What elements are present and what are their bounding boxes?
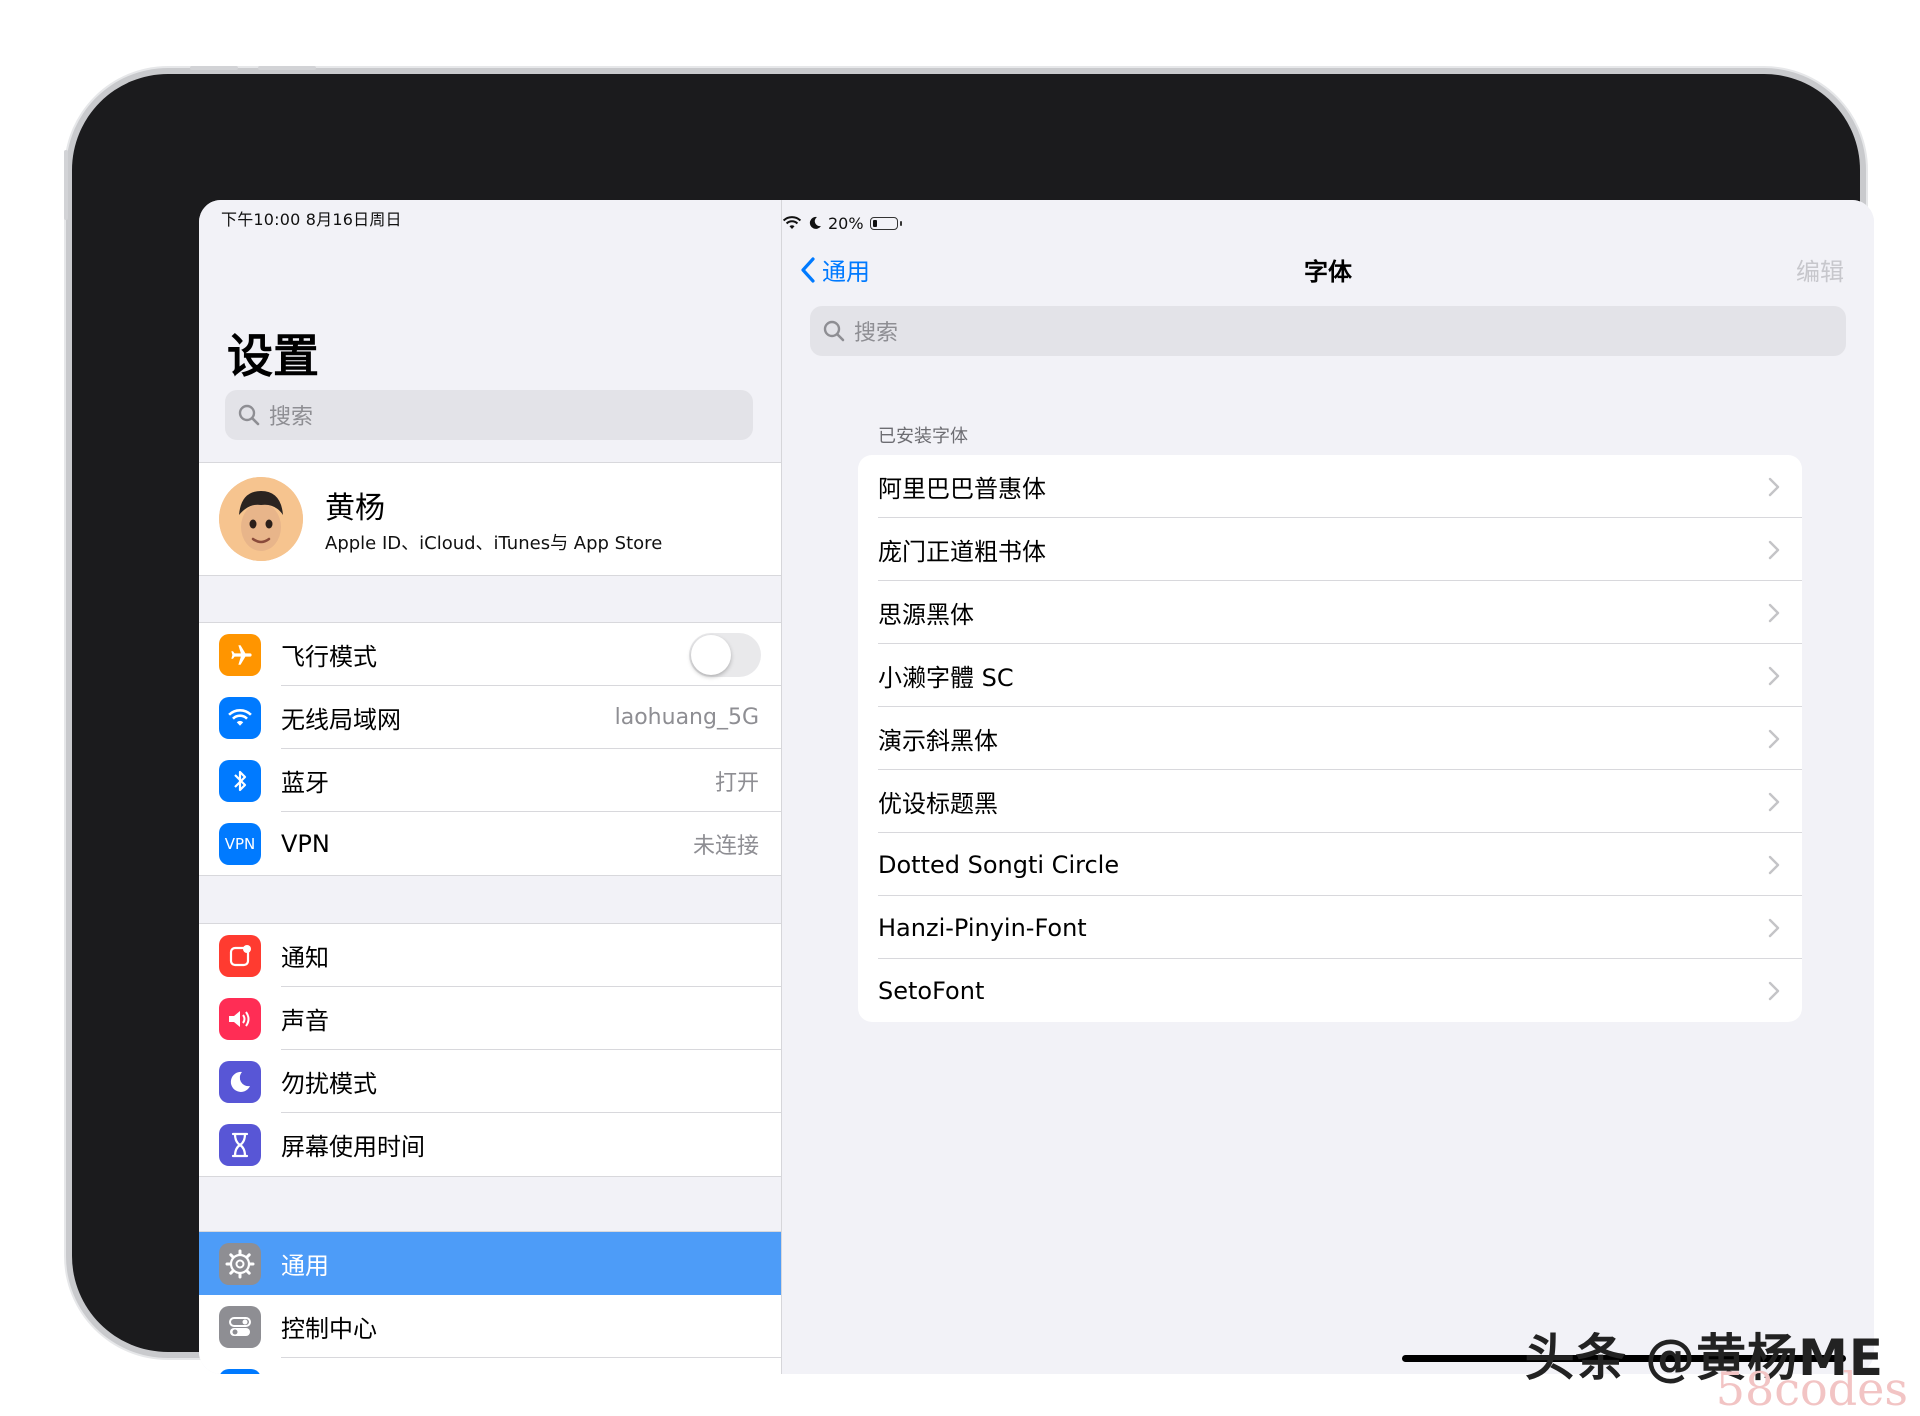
connectivity-group: 飞行模式 无线局域网 laohuang_5G 蓝牙 打开 VPN VPN 未连接 <box>199 622 781 876</box>
sidebar-item-wifi[interactable]: 无线局域网 laohuang_5G <box>199 686 781 749</box>
search-placeholder: 搜索 <box>854 321 899 346</box>
font-item-label: SetoFont <box>878 976 985 1005</box>
font-item[interactable]: Dotted Songti Circle <box>858 833 1802 896</box>
font-item[interactable]: 小濑字體 SC <box>858 644 1802 707</box>
installed-fonts-list: 阿里巴巴普惠体 庞门正道粗书体 思源黑体 小濑字體 SC 演示斜黑体 优设标题黑… <box>858 455 1802 1022</box>
sidebar-item-partial[interactable] <box>199 1358 781 1374</box>
display-icon <box>219 1368 261 1374</box>
battery-percent: 20% <box>828 213 864 233</box>
chevron-right-icon <box>1768 855 1780 874</box>
chevron-right-icon <box>1768 666 1780 685</box>
bluetooth-status-value: 打开 <box>714 770 759 796</box>
battery-icon <box>869 216 902 230</box>
sound-icon <box>219 997 261 1040</box>
vpn-icon: VPN <box>219 822 261 865</box>
memoji-avatar-icon <box>219 477 303 561</box>
toggle-knob <box>691 634 731 675</box>
settings-sidebar: 设置 搜索 黄杨 Apple ID、iCloud、iTunes与 App Sto… <box>199 200 782 1374</box>
chevron-right-icon <box>1768 603 1780 622</box>
general-group: 通用 控制中心 <box>199 1231 781 1374</box>
top-button-right <box>258 66 316 70</box>
font-item[interactable]: 庞门正道粗书体 <box>858 518 1802 581</box>
sidebar-item-label: 声音 <box>281 1007 329 1035</box>
hourglass-icon <box>219 1123 261 1166</box>
chevron-right-icon <box>1768 918 1780 937</box>
profile-card[interactable]: 黄杨 Apple ID、iCloud、iTunes与 App Store <box>199 462 781 576</box>
search-icon <box>823 320 845 342</box>
font-item-label: Dotted Songti Circle <box>878 850 1120 879</box>
font-item-label: 阿里巴巴普惠体 <box>878 475 1046 503</box>
profile-subtitle: Apple ID、iCloud、iTunes与 App Store <box>325 533 663 554</box>
search-placeholder: 搜索 <box>269 405 314 430</box>
sidebar-item-label: VPN <box>281 829 330 858</box>
notifications-icon <box>219 934 261 977</box>
sidebar-item-label: 屏幕使用时间 <box>281 1133 425 1161</box>
sidebar-item-label: 蓝牙 <box>281 769 329 797</box>
font-item-label: Hanzi-Pinyin-Font <box>878 913 1087 942</box>
watermark-site: 58codes <box>1715 1362 1908 1416</box>
control-center-icon <box>219 1305 261 1348</box>
font-item[interactable]: 阿里巴巴普惠体 <box>858 455 1802 518</box>
sidebar-item-label: 通知 <box>281 944 329 972</box>
page-title: 设置 <box>227 329 319 383</box>
chevron-right-icon <box>1768 729 1780 748</box>
section-header: 已安装字体 <box>878 426 968 447</box>
sidebar-item-label: 控制中心 <box>281 1315 377 1343</box>
sidebar-item-bluetooth[interactable]: 蓝牙 打开 <box>199 749 781 812</box>
chevron-right-icon <box>1768 792 1780 811</box>
fonts-detail-pane: 通用 字体 编辑 搜索 已安装字体 阿里巴巴普惠体 庞门正道粗书体 思源黑体 小… <box>782 200 1874 1374</box>
font-item[interactable]: 思源黑体 <box>858 581 1802 644</box>
gear-icon <box>219 1242 261 1285</box>
sidebar-item-airplane-mode[interactable]: 飞行模式 <box>199 623 781 686</box>
airplane-icon <box>219 633 261 676</box>
font-item[interactable]: SetoFont <box>858 959 1802 1022</box>
vpn-icon-text: VPN <box>224 834 256 853</box>
sidebar-item-vpn[interactable]: VPN VPN 未连接 <box>199 812 781 875</box>
sidebar-item-label: 无线局域网 <box>281 706 401 734</box>
avatar <box>219 477 303 561</box>
bluetooth-icon <box>219 759 261 802</box>
chevron-right-icon <box>1768 981 1780 1000</box>
chevron-right-icon <box>1768 540 1780 559</box>
sidebar-item-label: 飞行模式 <box>281 643 377 671</box>
font-item-label: 思源黑体 <box>878 601 974 629</box>
moon-icon <box>219 1060 261 1103</box>
font-item-label: 演示斜黑体 <box>878 727 998 755</box>
sidebar-item-general[interactable]: 通用 <box>199 1232 781 1295</box>
chevron-right-icon <box>1768 477 1780 496</box>
sidebar-item-do-not-disturb[interactable]: 勿扰模式 <box>199 1050 781 1113</box>
fonts-search-input[interactable]: 搜索 <box>810 306 1846 356</box>
battery-fill <box>872 219 877 227</box>
font-item[interactable]: 演示斜黑体 <box>858 707 1802 770</box>
sidebar-item-label: 通用 <box>281 1252 329 1280</box>
sidebar-item-screen-time[interactable]: 屏幕使用时间 <box>199 1113 781 1176</box>
sidebar-item-label: 勿扰模式 <box>281 1070 377 1098</box>
screen: 下午10:00 8月16日周日 20% 设置 搜索 黄杨 Apple ID、iC… <box>199 200 1874 1374</box>
font-item-label: 优设标题黑 <box>878 790 998 818</box>
side-button <box>64 150 68 220</box>
font-item[interactable]: 优设标题黑 <box>858 770 1802 833</box>
sidebar-item-control-center[interactable]: 控制中心 <box>199 1295 781 1358</box>
moon-status-icon <box>809 216 821 229</box>
status-time: 下午10:00 8月16日周日 <box>221 210 402 229</box>
vpn-status-value: 未连接 <box>692 833 759 859</box>
profile-name: 黄杨 <box>325 491 385 526</box>
top-button-left <box>190 66 238 70</box>
wifi-status-icon <box>782 216 802 229</box>
notifications-group: 通知 声音 勿扰模式 屏幕使用时间 <box>199 923 781 1177</box>
wifi-network-value: laohuang_5G <box>614 705 759 730</box>
airplane-mode-toggle[interactable] <box>689 632 761 677</box>
ipad-frame: 下午10:00 8月16日周日 20% 设置 搜索 黄杨 Apple ID、iC… <box>64 66 1874 1374</box>
font-item[interactable]: Hanzi-Pinyin-Font <box>858 896 1802 959</box>
search-icon <box>238 404 260 426</box>
sidebar-item-notifications[interactable]: 通知 <box>199 924 781 987</box>
font-item-label: 庞门正道粗书体 <box>878 538 1046 566</box>
status-bar: 下午10:00 8月16日周日 20% <box>199 200 1874 240</box>
sidebar-item-sounds[interactable]: 声音 <box>199 987 781 1050</box>
sidebar-search-input[interactable]: 搜索 <box>225 390 753 440</box>
wifi-icon <box>219 696 261 739</box>
nav-title: 字体 <box>1304 258 1352 286</box>
edit-button[interactable]: 编辑 <box>1796 252 1844 287</box>
font-item-label: 小濑字體 SC <box>878 664 1014 692</box>
